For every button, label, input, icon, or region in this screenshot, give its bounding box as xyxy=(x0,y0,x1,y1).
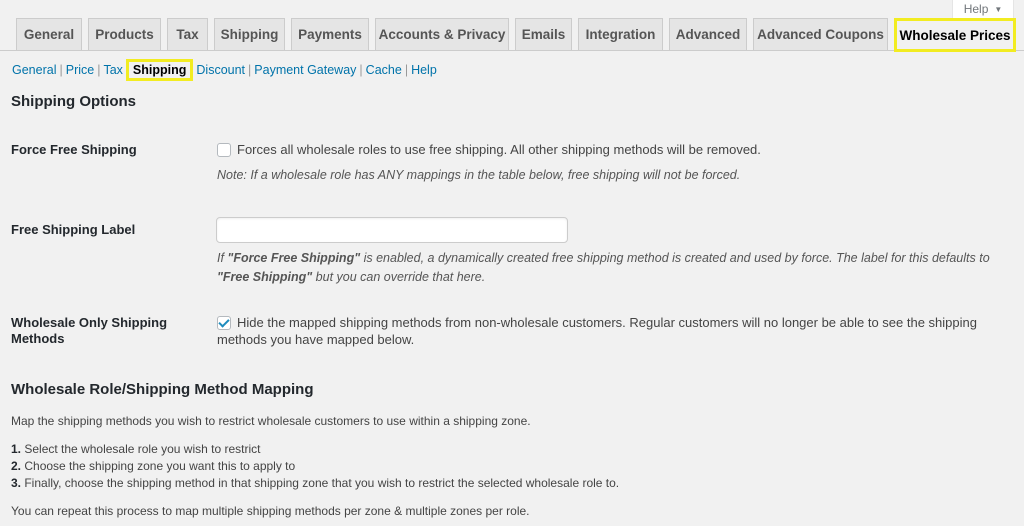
section-title-shipping-options: Shipping Options xyxy=(11,93,136,110)
mapping-step-2: 2. Choose the shipping zone you want thi… xyxy=(11,459,295,473)
wholesale-only-shipping-field: Hide the mapped shipping methods from no… xyxy=(217,314,1007,348)
free-shipping-label-description: If "Force Free Shipping" is enabled, a d… xyxy=(217,249,1017,287)
subnav-tax[interactable]: Tax xyxy=(103,63,122,77)
separator: | xyxy=(359,63,363,77)
section-title-role-mapping: Wholesale Role/Shipping Method Mapping xyxy=(11,381,314,398)
mapping-step-3: 3. Finally, choose the shipping method i… xyxy=(11,476,619,490)
desc-bold: "Free Shipping" xyxy=(217,270,313,284)
step-text: Select the wholesale role you wish to re… xyxy=(21,442,261,456)
tab-advanced[interactable]: Advanced xyxy=(669,18,747,50)
subnav-cache[interactable]: Cache xyxy=(366,63,402,77)
tab-payments[interactable]: Payments xyxy=(291,18,369,50)
tab-wholesale-prices[interactable]: Wholesale Prices xyxy=(894,18,1016,52)
step-text: Finally, choose the shipping method in t… xyxy=(21,476,620,490)
separator: | xyxy=(59,63,63,77)
step-text: Choose the shipping zone you want this t… xyxy=(21,459,296,473)
subnav-help[interactable]: Help xyxy=(411,63,437,77)
mapping-step-1: 1. Select the wholesale role you wish to… xyxy=(11,442,260,456)
step-number: 3. xyxy=(11,476,22,490)
tab-tax[interactable]: Tax xyxy=(167,18,208,50)
wholesale-only-shipping-checkbox[interactable] xyxy=(217,316,231,330)
separator: | xyxy=(248,63,252,77)
force-free-shipping-note: Note: If a wholesale role has ANY mappin… xyxy=(217,168,741,182)
mapping-intro: Map the shipping methods you wish to res… xyxy=(11,414,531,428)
tab-products[interactable]: Products xyxy=(88,18,161,50)
tab-emails[interactable]: Emails xyxy=(515,18,572,50)
triangle-down-icon: ▼ xyxy=(994,4,1003,14)
help-tab-button[interactable]: Help ▼ xyxy=(952,0,1014,19)
settings-tabs: General Products Tax Shipping Payments A… xyxy=(0,18,1024,52)
subnav-price[interactable]: Price xyxy=(66,63,94,77)
force-free-shipping-text: Forces all wholesale roles to use free s… xyxy=(237,142,761,157)
desc-bold: "Force Free Shipping" xyxy=(227,251,361,265)
wholesale-only-text-line2: methods you have mapped below. xyxy=(217,332,415,347)
desc-text: but you can override that here. xyxy=(312,270,486,284)
separator: | xyxy=(97,63,101,77)
free-shipping-label-label: Free Shipping Label xyxy=(11,222,136,237)
mapping-outro: You can repeat this process to map multi… xyxy=(11,504,530,518)
tab-accounts-privacy[interactable]: Accounts & Privacy xyxy=(375,18,509,50)
desc-text: is enabled, a dynamically created free s… xyxy=(360,251,990,265)
subnav-payment-gateway[interactable]: Payment Gateway xyxy=(254,63,356,77)
tab-general[interactable]: General xyxy=(16,18,82,50)
wholesale-only-shipping-label: Wholesale Only Shipping Methods xyxy=(11,315,168,346)
force-free-shipping-checkbox[interactable] xyxy=(217,143,231,157)
force-free-shipping-field: Forces all wholesale roles to use free s… xyxy=(217,141,761,158)
desc-text: If xyxy=(217,251,228,265)
tab-advanced-coupons[interactable]: Advanced Coupons xyxy=(753,18,888,50)
subnav-discount[interactable]: Discount xyxy=(196,63,245,77)
free-shipping-label-input[interactable] xyxy=(216,217,568,243)
wholesale-only-text-line1: Hide the mapped shipping methods from no… xyxy=(237,315,977,330)
section-subnav: General | Price | Tax Shipping Discount | Paymen… xyxy=(12,59,437,81)
tab-integration[interactable]: Integration xyxy=(578,18,663,50)
step-number: 2. xyxy=(11,459,22,473)
force-free-shipping-label: Force Free Shipping xyxy=(11,142,137,157)
subnav-general[interactable]: General xyxy=(12,63,56,77)
step-number: 1. xyxy=(11,442,22,456)
subnav-shipping[interactable]: Shipping xyxy=(125,59,194,81)
tab-shipping[interactable]: Shipping xyxy=(214,18,285,50)
separator: | xyxy=(404,63,409,77)
help-label: Help xyxy=(963,2,989,16)
